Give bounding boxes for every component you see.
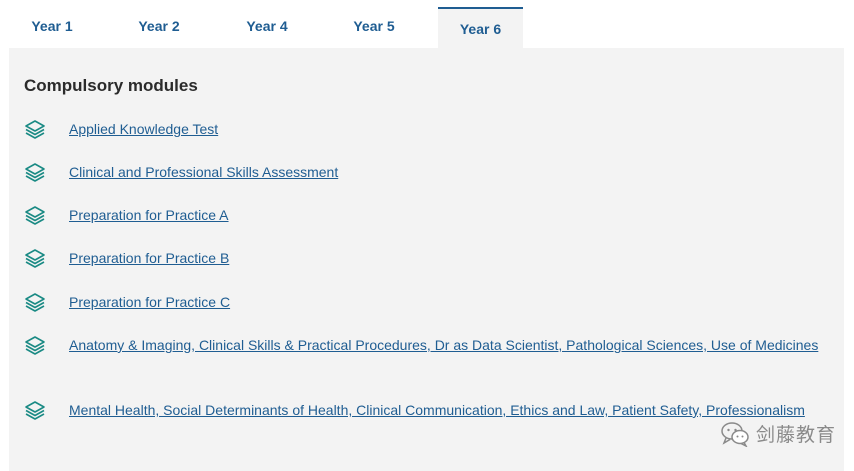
module-link[interactable]: Preparation for Practice B [23, 247, 833, 269]
layers-icon [23, 161, 47, 183]
module-item: Preparation for Practice C [23, 291, 833, 313]
page: Year 1 Year 2 Year 4 Year 5 Year 6 Compu… [0, 0, 854, 471]
watermark: 剑藤教育 [720, 420, 836, 447]
module-item: Anatomy & Imaging, Clinical Skills & Pra… [23, 334, 833, 356]
section-title: Compulsory modules [24, 76, 198, 95]
module-item: Preparation for Practice A [23, 204, 833, 226]
module-item: Clinical and Professional Skills Assessm… [23, 161, 833, 183]
layers-icon [23, 291, 47, 313]
module-item: Mental Health, Social Determinants of He… [23, 399, 833, 421]
layers-icon [23, 399, 47, 421]
tab-label: Year 4 [246, 18, 288, 34]
tab-label: Year 1 [31, 18, 73, 34]
tab-label: Year 2 [138, 18, 180, 34]
module-link[interactable]: Preparation for Practice C [23, 291, 833, 313]
year-tabs: Year 1 Year 2 Year 4 Year 5 Year 6 [0, 0, 854, 48]
tab-year-5[interactable]: Year 5 [336, 0, 412, 48]
module-link[interactable]: Preparation for Practice A [23, 204, 833, 226]
module-link[interactable]: Applied Knowledge Test [23, 118, 833, 140]
module-link[interactable]: Mental Health, Social Determinants of He… [23, 399, 833, 421]
tab-year-6[interactable]: Year 6 [438, 7, 523, 48]
layers-icon [23, 118, 47, 140]
tab-label: Year 6 [459, 21, 502, 37]
module-link[interactable]: Anatomy & Imaging, Clinical Skills & Pra… [23, 334, 833, 356]
module-link[interactable]: Clinical and Professional Skills Assessm… [23, 161, 833, 183]
tab-year-1[interactable]: Year 1 [14, 0, 90, 48]
tab-year-2[interactable]: Year 2 [121, 0, 197, 48]
layers-icon [23, 204, 47, 226]
tab-label: Year 5 [353, 18, 395, 34]
wechat-icon [720, 421, 756, 447]
layers-icon [23, 334, 47, 356]
modules-panel: Compulsory modules Applied Knowledge Tes… [9, 48, 844, 471]
module-item: Preparation for Practice B [23, 247, 833, 269]
layers-icon [23, 247, 47, 269]
module-item: Applied Knowledge Test [23, 118, 833, 140]
watermark-text: 剑藤教育 [755, 425, 836, 446]
tab-year-4[interactable]: Year 4 [229, 0, 305, 48]
